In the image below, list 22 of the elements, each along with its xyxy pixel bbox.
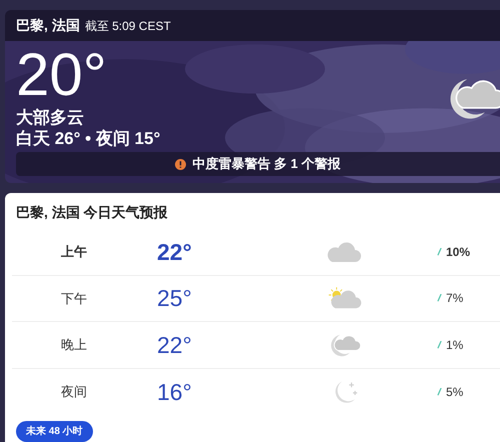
precipitation-chance: 10% — [446, 244, 470, 261]
period-label: 上午 — [60, 243, 88, 261]
next-48-hours-button[interactable]: 未来 48 小时 — [16, 421, 93, 442]
period-temperature: 25° — [157, 284, 193, 313]
period-label: 夜间 — [60, 383, 88, 401]
period-temperature: 16° — [157, 378, 193, 406]
period-label: 下午 — [60, 290, 88, 308]
alert-text: 中度雷暴警告 多 1 个警报 — [192, 155, 341, 174]
alert-banner[interactable]: 中度雷暴警告 多 1 个警报 — [16, 152, 500, 176]
period-temperature: 22° — [157, 330, 193, 360]
location-title: 巴黎, 法国 — [16, 16, 80, 35]
period-label: 晚上 — [60, 336, 88, 354]
period-temperature: 22° — [157, 238, 193, 266]
precipitation-chance: 7% — [446, 290, 464, 308]
warning-icon — [175, 158, 186, 170]
current-temperature: 20° — [16, 46, 108, 104]
updated-time: 截至 5:09 CEST — [84, 18, 171, 34]
condition-text: 大部多云 — [16, 108, 85, 128]
forecast-title: 巴黎, 法国 今日天气预报 — [15, 203, 169, 222]
high-low-text: 白天 26° • 夜间 15° — [16, 128, 160, 150]
precipitation-chance: 5% — [446, 384, 464, 401]
precipitation-chance: 1% — [446, 336, 464, 354]
